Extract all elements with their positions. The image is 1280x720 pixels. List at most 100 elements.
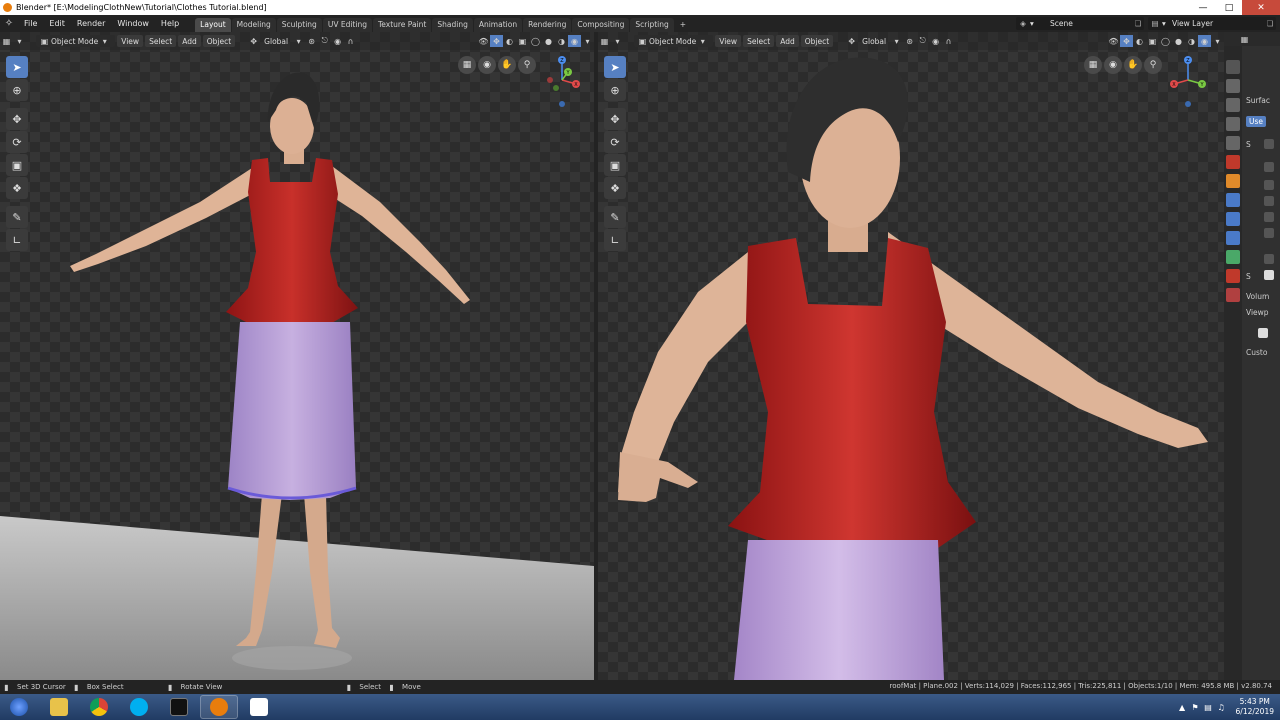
scene-name[interactable]: Scene <box>1050 19 1132 28</box>
volume-section[interactable]: Volum <box>1246 292 1269 301</box>
transform-tool-icon[interactable]: ❖ <box>6 177 28 199</box>
select-tool-icon[interactable]: ➤ <box>604 56 626 78</box>
tab-layout[interactable]: Layout <box>195 18 231 32</box>
property-field-6[interactable] <box>1264 254 1274 264</box>
xray-icon[interactable]: ▣ <box>516 35 529 47</box>
start-button[interactable] <box>0 695 38 719</box>
tab-sculpting[interactable]: Sculpting <box>276 18 322 32</box>
tab-texture-paint[interactable]: Texture Paint <box>372 18 432 32</box>
taskbar-terminal[interactable] <box>160 695 198 719</box>
zoom-icon[interactable]: ⚲ <box>518 56 536 74</box>
texture-tab-icon[interactable] <box>1226 288 1240 302</box>
gizmo-toggle-icon[interactable]: ✥ <box>1120 35 1133 47</box>
modifier-tab-icon[interactable] <box>1226 193 1240 207</box>
shading-render-icon[interactable]: ◉ <box>1198 35 1211 47</box>
view-menu[interactable]: View <box>715 35 742 47</box>
property-field-4[interactable] <box>1264 212 1274 222</box>
use-nodes-button[interactable]: Use <box>1246 116 1267 127</box>
properties-editor-icon[interactable]: ▦ <box>1238 33 1251 45</box>
proportional-icon[interactable]: ◉ <box>929 35 942 47</box>
volume-icon[interactable]: ♫ <box>1215 701 1228 713</box>
cursor-tool-icon[interactable]: ⊕ <box>604 79 626 101</box>
orientation-chevron-icon[interactable]: ▾ <box>292 35 305 47</box>
pivot-icon[interactable]: ⊛ <box>903 35 916 47</box>
rotate-tool-icon[interactable]: ⟳ <box>604 131 626 153</box>
output-tab-icon[interactable] <box>1226 98 1240 112</box>
taskbar-skype[interactable] <box>120 695 158 719</box>
menu-edit[interactable]: Edit <box>43 19 71 28</box>
select-menu[interactable]: Select <box>145 35 177 47</box>
move-tool-icon[interactable]: ✥ <box>6 108 28 130</box>
tool-tab-icon[interactable] <box>1226 60 1240 74</box>
scale-tool-icon[interactable]: ▣ <box>6 154 28 176</box>
taskbar-chrome[interactable] <box>80 695 118 719</box>
xray-icon[interactable]: ▣ <box>1146 35 1159 47</box>
orientation-selector[interactable]: Global <box>862 37 886 46</box>
object-tab-icon[interactable] <box>1226 174 1240 188</box>
annotate-tool-icon[interactable]: ✎ <box>604 206 626 228</box>
cursor-tool-icon[interactable]: ⊕ <box>6 79 28 101</box>
snap-icon[interactable]: ⎋ <box>916 35 929 47</box>
shading-material-icon[interactable]: ◑ <box>1185 35 1198 47</box>
measure-tool-icon[interactable]: ∟ <box>604 229 626 251</box>
viewport-color-swatch[interactable] <box>1258 328 1268 338</box>
orientation-chevron-icon[interactable]: ▾ <box>890 35 903 47</box>
axis-gizmo-right[interactable]: Z Y X <box>1164 54 1212 114</box>
scene-new-icon[interactable]: ❏ <box>1132 19 1144 28</box>
tab-compositing[interactable]: Compositing <box>572 18 630 32</box>
blender-menu-icon[interactable]: ✧ <box>0 15 18 32</box>
menu-file[interactable]: File <box>18 19 43 28</box>
add-menu[interactable]: Add <box>178 35 201 47</box>
select-menu[interactable]: Select <box>743 35 775 47</box>
shading-chevron-icon[interactable]: ▾ <box>581 35 594 47</box>
view-layer-selector[interactable]: ▤ ▾ View Layer ❏ <box>1148 17 1276 30</box>
property-field-1[interactable] <box>1264 162 1274 172</box>
shading-wire-icon[interactable]: ◯ <box>529 35 542 47</box>
shading-render-icon[interactable]: ◉ <box>568 35 581 47</box>
close-button[interactable]: ✕ <box>1242 0 1280 15</box>
tab-uv-editing[interactable]: UV Editing <box>322 18 372 32</box>
physics-tab-icon[interactable] <box>1226 231 1240 245</box>
tray-expand-icon[interactable]: ▲ <box>1176 701 1189 713</box>
view-layer-new-icon[interactable]: ❏ <box>1264 19 1276 28</box>
mode-selector[interactable]: ▣ Object Mode ▾ <box>634 35 714 47</box>
object-menu[interactable]: Object <box>800 35 834 47</box>
surface-field[interactable] <box>1264 139 1274 149</box>
falloff-icon[interactable]: ∩ <box>942 35 955 47</box>
taskbar-clock[interactable]: 5:43 PM 6/12/2019 <box>1236 697 1274 717</box>
move-tool-icon[interactable]: ✥ <box>604 108 626 130</box>
tab-rendering[interactable]: Rendering <box>523 18 572 32</box>
gizmo-toggle-icon[interactable]: ✥ <box>490 35 503 47</box>
surface-section[interactable]: Surfac <box>1246 96 1270 105</box>
rotate-tool-icon[interactable]: ⟳ <box>6 131 28 153</box>
orientation-selector[interactable]: Global <box>264 37 288 46</box>
axis-gizmo-left[interactable]: Z X Y <box>538 54 586 114</box>
custom-properties-section[interactable]: Custo <box>1246 348 1267 357</box>
render-tab-icon[interactable] <box>1226 79 1240 93</box>
particles-tab-icon[interactable] <box>1226 212 1240 226</box>
editor-type-chevron-icon[interactable]: ▾ <box>13 35 26 47</box>
object-menu[interactable]: Object <box>202 35 236 47</box>
property-field-2[interactable] <box>1264 180 1274 190</box>
overlay-icon[interactable]: ◐ <box>503 35 516 47</box>
snap-icon[interactable]: ⎋ <box>318 35 331 47</box>
material-tab-icon[interactable] <box>1226 269 1240 283</box>
menu-window[interactable]: Window <box>111 19 155 28</box>
property-field-5[interactable] <box>1264 228 1274 238</box>
flag-icon[interactable]: ⚑ <box>1189 701 1202 713</box>
zoom-icon[interactable]: ⚲ <box>1144 56 1162 74</box>
property-field-3[interactable] <box>1264 196 1274 206</box>
editor-type-chevron-icon[interactable]: ▾ <box>611 35 624 47</box>
taskbar-explorer[interactable] <box>40 695 78 719</box>
network-icon[interactable]: ▤ <box>1202 701 1215 713</box>
visibility-icon[interactable]: 👁 <box>1107 35 1120 47</box>
tab-modeling[interactable]: Modeling <box>231 18 276 32</box>
scene-selector[interactable]: ◈ ▾ Scene ❏ <box>1016 17 1144 30</box>
menu-render[interactable]: Render <box>71 19 111 28</box>
grid-view-icon[interactable]: ▦ <box>458 56 476 74</box>
data-tab-icon[interactable] <box>1226 250 1240 264</box>
overlay-icon[interactable]: ◐ <box>1133 35 1146 47</box>
view-layer-browse-icon[interactable]: ▾ <box>1162 19 1172 28</box>
pivot-icon[interactable]: ⊛ <box>305 35 318 47</box>
camera-view-icon[interactable]: ◉ <box>478 56 496 74</box>
